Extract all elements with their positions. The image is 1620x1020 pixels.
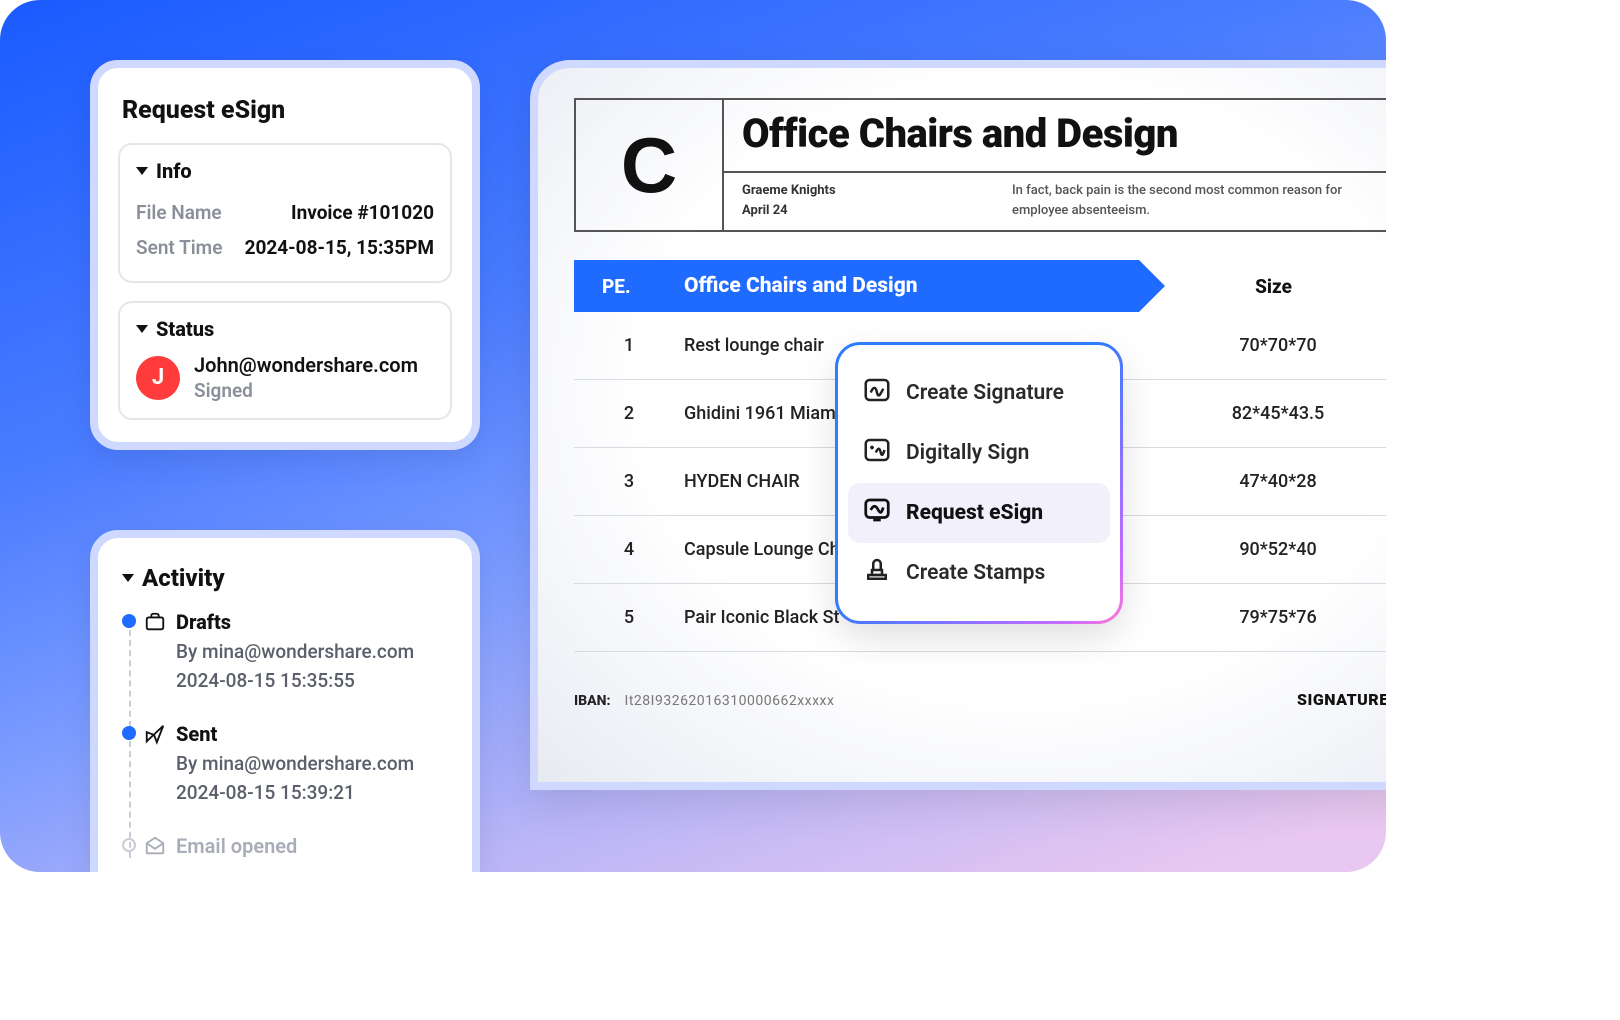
sent-time-value: 2024-08-15, 15:35PM <box>245 236 434 259</box>
row-index: 5 <box>574 607 684 628</box>
activity-item-title: Email opened <box>176 834 297 858</box>
stage-background: Request eSign Info File Name Invoice #10… <box>0 0 1386 872</box>
signature-icon <box>862 375 892 411</box>
signer-email: John@wondershare.com <box>194 353 418 377</box>
activity-item-time: 2024-08-15 15:35:55 <box>144 669 448 692</box>
chevron-down-icon <box>136 167 148 175</box>
row-size: 79*75*76 <box>1148 607 1386 628</box>
doc-footer: IBAN: It28I93262016310000662xxxxx SIGNAT… <box>574 690 1386 709</box>
doc-blurb: In fact, back pain is the second most co… <box>1012 181 1386 220</box>
signer-row: J John@wondershare.com Signed <box>136 353 434 402</box>
info-section: Info File Name Invoice #101020 Sent Time… <box>118 143 452 283</box>
doc-title: Office Chairs and Design <box>742 110 1386 157</box>
signature-label: SIGNATURE: <box>1297 690 1386 709</box>
menu-item-label: Create Stamps <box>906 561 1045 585</box>
activity-header[interactable]: Activity <box>122 564 448 592</box>
row-index: 1 <box>574 335 684 356</box>
menu-item-create-signature[interactable]: Create Signature <box>848 363 1110 423</box>
drafts-icon <box>144 611 166 633</box>
row-size: 82*45*43.5 <box>1148 403 1386 424</box>
signer-status: Signed <box>194 379 418 402</box>
timeline-dot <box>122 614 136 628</box>
chevron-down-icon <box>122 574 134 582</box>
table-header: PE. Office Chairs and Design Size <box>574 260 1386 312</box>
status-section-title: Status <box>156 317 214 341</box>
activity-item-email-opened: Email opened <box>144 834 448 858</box>
row-size: 90*52*40 <box>1148 539 1386 560</box>
row-index: 3 <box>574 471 684 492</box>
activity-item-by: By mina@wondershare.com <box>144 640 448 663</box>
activity-title: Activity <box>142 564 225 592</box>
info-section-title: Info <box>156 159 192 183</box>
doc-header: C Office Chairs and Design Graeme Knight… <box>574 98 1386 232</box>
menu-item-label: Request eSign <box>906 501 1043 525</box>
doc-logo: C <box>576 100 724 230</box>
status-section: Status J John@wondershare.com Signed <box>118 301 452 420</box>
mail-open-icon <box>144 835 166 857</box>
activity-item-by: By mina@wondershare.com <box>144 752 448 775</box>
activity-item-title: Drafts <box>176 610 231 634</box>
menu-item-digitally-sign[interactable]: Digitally Sign <box>848 423 1110 483</box>
timeline-dot <box>122 838 136 852</box>
sent-icon <box>144 723 166 745</box>
iban-value: It28I93262016310000662xxxxx <box>625 693 835 709</box>
menu-item-label: Digitally Sign <box>906 441 1029 465</box>
stamp-icon <box>862 555 892 591</box>
doc-date: April 24 <box>742 201 1012 221</box>
chevron-down-icon <box>136 325 148 333</box>
activity-item-time: 2024-08-15 15:39:21 <box>144 781 448 804</box>
sent-time-label: Sent Time <box>136 236 222 259</box>
request-esign-icon <box>862 495 892 531</box>
row-size: 47*40*28 <box>1148 471 1386 492</box>
activity-item-title: Sent <box>176 722 217 746</box>
col-header-pe: PE. <box>602 275 684 298</box>
file-name-value: Invoice #101020 <box>291 201 434 224</box>
row-index: 2 <box>574 403 684 424</box>
activity-panel: Activity Drafts By mina@wondershare.com … <box>90 530 480 872</box>
col-header-size: Size <box>1139 275 1386 298</box>
timeline-dot <box>122 726 136 740</box>
col-header-main: Office Chairs and Design <box>684 274 918 298</box>
doc-logo-letter: C <box>621 126 677 204</box>
digital-sign-icon <box>862 435 892 471</box>
row-index: 4 <box>574 539 684 560</box>
info-section-header[interactable]: Info <box>136 159 434 183</box>
activity-timeline: Drafts By mina@wondershare.com 2024-08-1… <box>122 610 448 858</box>
menu-item-create-stamps[interactable]: Create Stamps <box>848 543 1110 603</box>
file-name-row: File Name Invoice #101020 <box>136 195 434 230</box>
request-esign-panel: Request eSign Info File Name Invoice #10… <box>90 60 480 450</box>
row-size: 70*70*70 <box>1148 335 1386 356</box>
avatar: J <box>136 356 180 400</box>
activity-item-drafts: Drafts By mina@wondershare.com 2024-08-1… <box>144 610 448 692</box>
panel-title: Request eSign <box>118 88 452 143</box>
iban-label: IBAN: <box>574 693 611 709</box>
activity-item-sent: Sent By mina@wondershare.com 2024-08-15 … <box>144 722 448 804</box>
status-section-header[interactable]: Status <box>136 317 434 341</box>
context-menu: Create Signature Digitally Sign Request … <box>838 345 1120 621</box>
file-name-label: File Name <box>136 201 222 224</box>
doc-author: Graeme Knights <box>742 181 1012 201</box>
menu-item-label: Create Signature <box>906 381 1064 405</box>
menu-item-request-esign[interactable]: Request eSign <box>848 483 1110 543</box>
sent-time-row: Sent Time 2024-08-15, 15:35PM <box>136 230 434 265</box>
